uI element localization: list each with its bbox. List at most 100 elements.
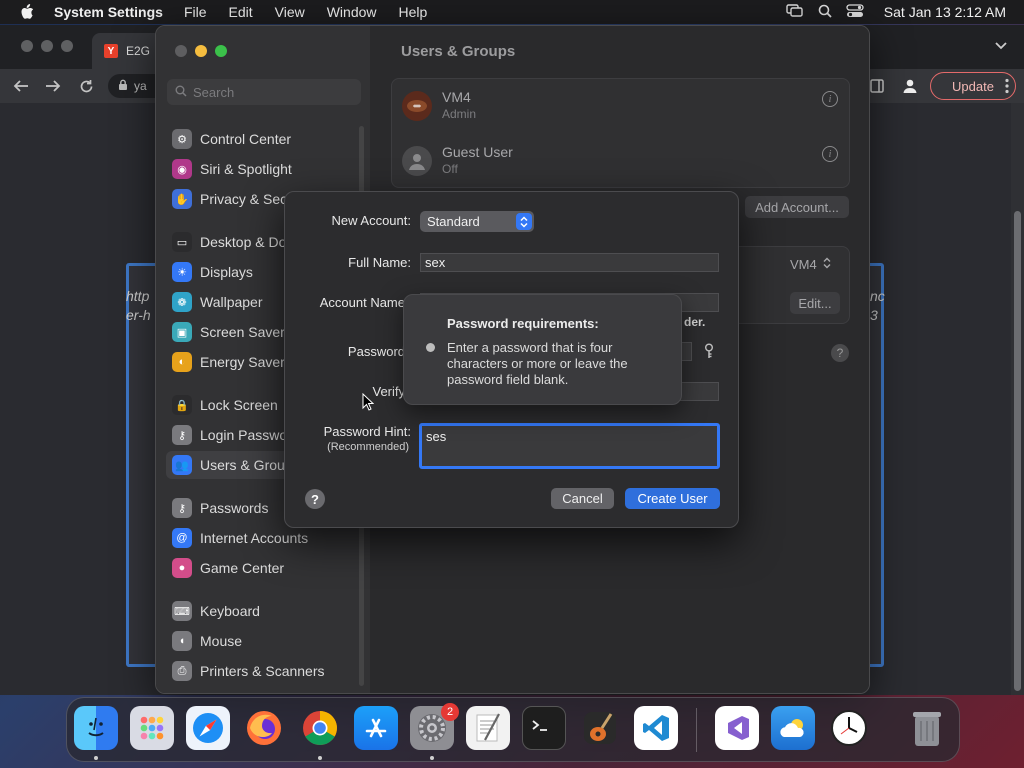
menu-help[interactable]: Help <box>399 4 428 20</box>
user-status: Off <box>442 162 458 176</box>
new-account-label: New Account: <box>331 213 412 228</box>
chrome-tab-title: E2G <box>126 44 151 58</box>
network-account-edit-button[interactable]: Edit... <box>790 292 840 314</box>
auto-login-user-popup[interactable]: VM4 <box>790 257 831 272</box>
lock-icon <box>118 79 128 94</box>
forward-arrow-icon[interactable] <box>44 77 62 95</box>
pane-help-button[interactable]: ? <box>831 344 849 362</box>
menu-window[interactable]: Window <box>327 4 377 20</box>
sidebar-item-control-center[interactable]: ⚙ Control Center <box>166 125 362 153</box>
trash-icon[interactable] <box>905 706 949 750</box>
finder-icon[interactable] <box>74 706 118 750</box>
account-type-popup[interactable]: Standard <box>420 211 534 232</box>
popover-title: Password requirements: <box>447 316 599 331</box>
window-zoom-button[interactable] <box>215 45 227 57</box>
user-row-guest[interactable]: Guest User Off i <box>392 134 851 189</box>
dock: 2 <box>66 697 960 762</box>
full-name-field[interactable]: sex <box>420 253 719 272</box>
spotlight-search-icon[interactable] <box>818 4 832 21</box>
chrome-close-button[interactable] <box>21 40 33 52</box>
web-side-text-right: nc 3 <box>870 288 885 323</box>
web-side-text-left: http er-h <box>126 288 151 323</box>
key-icon: ⚷ <box>172 425 192 445</box>
notification-badge: 2 <box>441 703 459 721</box>
app-menu-system-settings[interactable]: System Settings <box>54 4 163 20</box>
menubar-clock[interactable]: Sat Jan 13 2:12 AM <box>884 4 1006 20</box>
password-requirements-popover: Password requirements: Enter a password … <box>403 294 682 405</box>
tab-search-chevron-icon[interactable] <box>994 39 1008 54</box>
launchpad-icon[interactable] <box>130 706 174 750</box>
sidebar-item-label: Siri & Spotlight <box>200 161 292 177</box>
sidebar-item-printers-scanners[interactable]: ⎙ Printers & Scanners <box>166 657 362 685</box>
lock-icon: 🔒 <box>172 395 192 415</box>
settings-search-field[interactable]: Search <box>167 79 361 105</box>
screensaver-icon: ▣ <box>172 322 192 342</box>
sidebar-item-label: Keyboard <box>200 603 260 619</box>
football-avatar-icon <box>402 91 432 121</box>
info-icon[interactable]: i <box>822 91 838 107</box>
side-panel-icon[interactable] <box>870 79 884 96</box>
running-indicator <box>430 756 434 760</box>
sidebar-item-label: Displays <box>200 264 253 280</box>
visual-studio-icon[interactable] <box>715 706 759 750</box>
sidebar-item-label: Screen Saver <box>200 324 285 340</box>
sidebar-item-internet-accounts[interactable]: @ Internet Accounts <box>166 524 362 552</box>
web-scrollbar-thumb[interactable] <box>1014 211 1021 691</box>
window-minimize-button[interactable] <box>195 45 207 57</box>
user-status: Admin <box>442 107 477 121</box>
chrome-icon[interactable] <box>298 706 342 750</box>
menu-view[interactable]: View <box>275 4 305 20</box>
chrome-update-button[interactable]: Update <box>930 72 1016 100</box>
control-center-icon: ⚙ <box>172 129 192 149</box>
app-store-icon[interactable] <box>354 706 398 750</box>
create-user-button[interactable]: Create User <box>625 488 720 509</box>
chrome-zoom-button[interactable] <box>61 40 73 52</box>
user-row-vm4[interactable]: VM4 Admin i <box>392 79 851 134</box>
siri-icon: ◉ <box>172 159 192 179</box>
sidebar-item-keyboard[interactable]: ⌨ Keyboard <box>166 597 362 625</box>
sidebar-item-label: Energy Saver <box>200 354 285 370</box>
sidebar-item-mouse[interactable]: ◖ Mouse <box>166 627 362 655</box>
chrome-menu-icon[interactable] <box>1005 78 1009 97</box>
running-indicator <box>318 756 322 760</box>
yc-favicon-icon: Y <box>104 44 118 58</box>
menu-edit[interactable]: Edit <box>229 4 253 20</box>
weather-icon[interactable] <box>771 706 815 750</box>
keyboard-icon: ⌨ <box>172 601 192 621</box>
printer-icon: ⎙ <box>172 661 192 681</box>
guest-avatar-icon <box>402 146 432 176</box>
safari-icon[interactable] <box>186 706 230 750</box>
sidebar-item-label: Lock Screen <box>200 397 278 413</box>
profile-avatar-icon[interactable] <box>902 78 918 97</box>
reload-icon[interactable] <box>77 77 95 95</box>
sidebar-item-label: Game Center <box>200 560 285 576</box>
password-assistant-key-icon[interactable] <box>702 343 716 359</box>
chrome-minimize-button[interactable] <box>41 40 53 52</box>
clock-icon[interactable] <box>827 706 871 750</box>
vscode-icon[interactable] <box>634 706 678 750</box>
menu-file[interactable]: File <box>184 4 207 20</box>
chrome-tab[interactable]: Y E2G <box>92 33 162 69</box>
terminal-icon[interactable] <box>522 706 566 750</box>
window-close-button[interactable] <box>175 45 187 57</box>
menu-bar: System Settings File Edit View Window He… <box>0 0 1024 24</box>
firefox-icon[interactable] <box>242 706 286 750</box>
sidebar-item-siri-spotlight[interactable]: ◉ Siri & Spotlight <box>166 155 362 183</box>
control-center-menu-icon[interactable] <box>846 3 864 21</box>
sidebar-item-game-center[interactable]: ● Game Center <box>166 554 362 582</box>
cancel-button[interactable]: Cancel <box>551 488 614 509</box>
textedit-icon[interactable] <box>466 706 510 750</box>
sidebar-item-label: Control Center <box>200 131 292 147</box>
full-name-label: Full Name: <box>348 255 411 270</box>
add-account-button[interactable]: Add Account... <box>745 196 849 218</box>
apple-menu-icon[interactable] <box>18 3 36 21</box>
sheet-help-button[interactable]: ? <box>305 489 325 509</box>
password-hint-field[interactable]: ses <box>419 423 720 469</box>
password-hint-sublabel: (Recommended) <box>327 441 409 453</box>
garageband-icon[interactable] <box>578 706 622 750</box>
sidebar-item-label: Internet Accounts <box>200 530 309 546</box>
search-icon <box>175 85 187 100</box>
screen-mirroring-icon[interactable] <box>786 3 804 21</box>
back-arrow-icon[interactable] <box>12 77 30 95</box>
info-icon[interactable]: i <box>822 146 838 162</box>
